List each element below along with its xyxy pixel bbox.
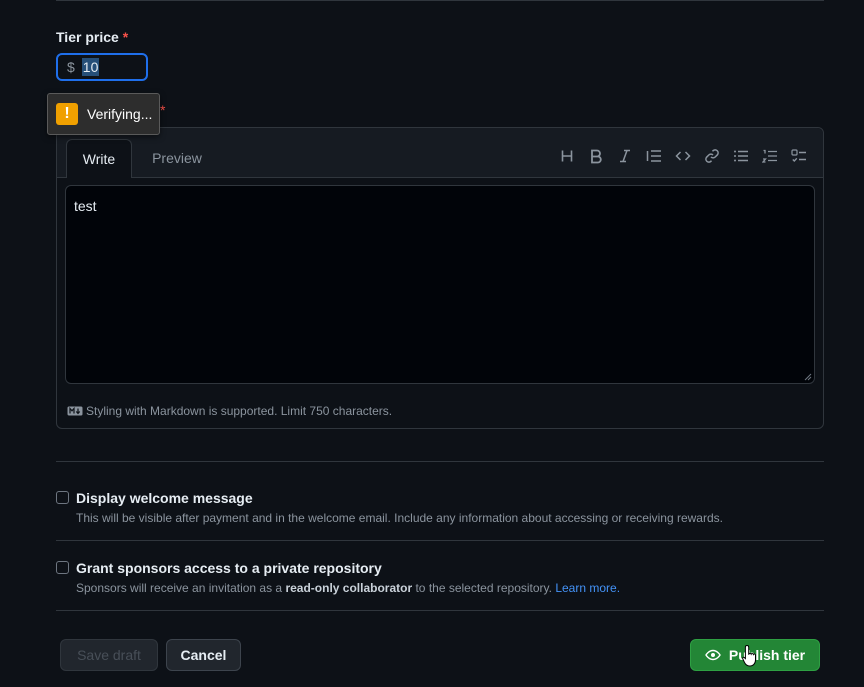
bold-icon[interactable]: [581, 146, 610, 166]
markdown-note-text: Styling with Markdown is supported. Limi…: [86, 404, 393, 418]
welcome-message-title[interactable]: Display welcome message: [76, 490, 253, 506]
italic-icon[interactable]: [610, 146, 639, 166]
private-repo-description-suffix: to the selected repository.: [412, 581, 556, 595]
learn-more-link[interactable]: Learn more.: [555, 581, 620, 595]
tab-preview[interactable]: Preview: [141, 139, 213, 177]
welcome-message-description: This will be visible after payment and i…: [76, 511, 723, 525]
currency-symbol: $: [67, 59, 75, 75]
quote-icon[interactable]: [639, 146, 668, 166]
tier-price-input[interactable]: $ 10: [56, 53, 148, 81]
save-draft-button[interactable]: Save draft: [60, 639, 158, 671]
private-repo-title[interactable]: Grant sponsors access to a private repos…: [76, 560, 382, 576]
markdown-note: Styling with Markdown is supported. Limi…: [67, 404, 392, 418]
markdown-icon: [67, 406, 83, 416]
link-icon[interactable]: [697, 146, 726, 166]
markdown-editor: Write Preview test Styling with Markdown…: [56, 127, 824, 429]
private-repo-checkbox[interactable]: [56, 561, 69, 574]
tier-price-label: Tier price *: [56, 29, 128, 45]
section-divider: [56, 461, 824, 462]
markdown-toolbar: [552, 146, 813, 166]
hand-pointer-icon: [742, 644, 756, 667]
description-content: test: [74, 198, 97, 214]
publish-tier-label: Publish tier: [728, 647, 806, 663]
tier-price-label-text: Tier price: [56, 29, 119, 45]
code-icon[interactable]: [668, 146, 697, 166]
top-divider: [56, 0, 824, 1]
footer-divider: [56, 610, 824, 611]
required-asterisk: *: [122, 29, 129, 45]
tooltip-text: Verifying...: [87, 106, 153, 122]
task-list-icon[interactable]: [784, 146, 813, 166]
resize-handle-icon[interactable]: [804, 373, 812, 381]
editor-header: Write Preview: [57, 128, 823, 178]
heading-icon[interactable]: [552, 146, 581, 166]
welcome-message-checkbox[interactable]: [56, 491, 69, 504]
validation-tooltip: ! Verifying...: [47, 93, 160, 135]
description-required-asterisk: *: [160, 102, 166, 118]
private-repo-description-prefix: Sponsors will receive an invitation as a: [76, 581, 286, 595]
tab-write[interactable]: Write: [66, 139, 132, 178]
numbered-list-icon[interactable]: [755, 146, 784, 166]
private-repo-description: Sponsors will receive an invitation as a…: [76, 581, 620, 595]
tier-editor-page: Tier price * $ 10 ! Verifying... * Write …: [0, 0, 864, 687]
tier-price-value[interactable]: 10: [81, 58, 100, 76]
bulleted-list-icon[interactable]: [726, 146, 755, 166]
cancel-button[interactable]: Cancel: [166, 639, 241, 671]
warning-icon: !: [56, 103, 78, 125]
private-repo-description-bold: read-only collaborator: [285, 581, 413, 595]
eye-icon: [705, 649, 721, 661]
option-divider: [56, 540, 824, 541]
description-textarea[interactable]: test: [65, 185, 815, 384]
